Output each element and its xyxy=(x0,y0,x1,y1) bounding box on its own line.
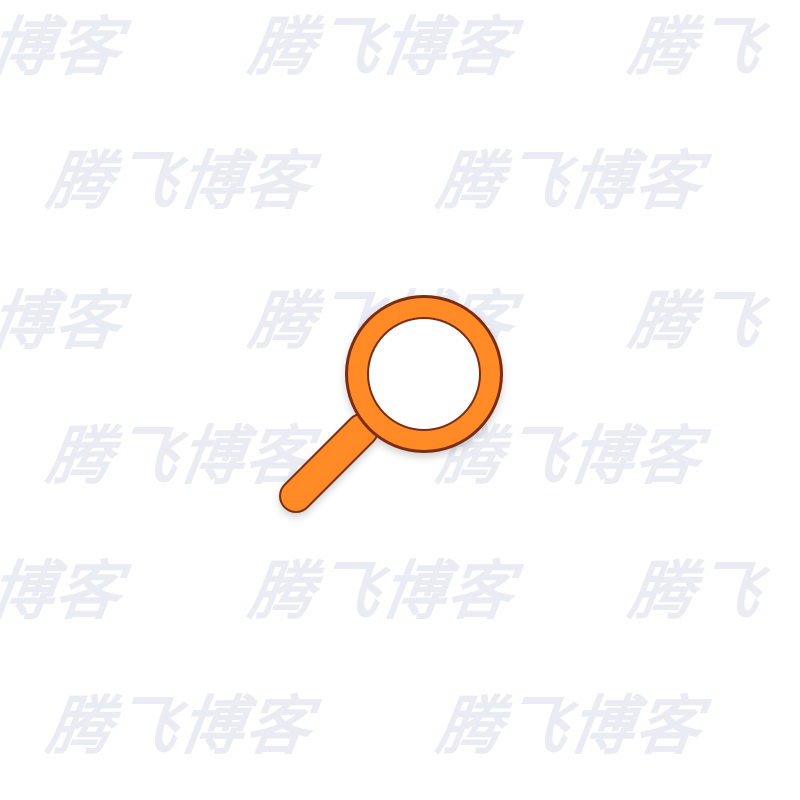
watermark-text: 腾飞博客 xyxy=(42,690,318,764)
watermark-text: 腾飞博客 xyxy=(244,555,520,629)
watermark-text: 腾飞博客 xyxy=(244,11,520,85)
watermark-text: 博客 xyxy=(0,555,128,629)
watermark-text: 腾飞博客 xyxy=(432,145,708,219)
watermark-text: 博客 xyxy=(0,11,128,85)
watermark-text: 腾飞博客 xyxy=(432,690,708,764)
search-icon xyxy=(270,270,530,530)
app-icon-canvas: 博客 腾飞博客 腾飞 腾飞博客 腾飞博客 博客 腾飞博客 腾飞 腾飞博客 腾飞博… xyxy=(0,0,800,800)
watermark-text: 腾飞 xyxy=(624,555,768,629)
watermark-text: 博客 xyxy=(0,285,128,359)
watermark-text: 腾飞博客 xyxy=(42,145,318,219)
watermark-text: 腾飞 xyxy=(624,11,768,85)
watermark-text: 腾飞 xyxy=(624,285,768,359)
